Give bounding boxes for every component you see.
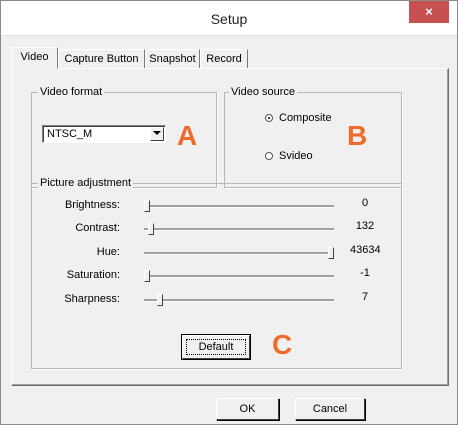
tab-label: Snapshot	[149, 53, 196, 65]
brightness-value: 0	[361, 197, 369, 209]
default-button[interactable]: Default	[181, 334, 251, 360]
hue-slider[interactable]	[144, 252, 334, 255]
video-format-value: NTSC_M	[47, 128, 93, 140]
focus-rect	[186, 339, 246, 355]
hue-value: 4363425	[350, 244, 380, 256]
saturation-slider-thumb[interactable]	[144, 270, 150, 282]
ok-button[interactable]: OK	[216, 398, 279, 420]
tab-label: Record	[206, 53, 242, 65]
annotation-marker-b: B	[347, 120, 368, 151]
video-format-group: Video format NTSC_M A	[31, 86, 217, 188]
sharpness-label: Sharpness:	[64, 293, 120, 305]
saturation-slider[interactable]	[144, 275, 334, 278]
contrast-slider[interactable]	[144, 228, 334, 231]
sharpness-slider-thumb[interactable]	[157, 294, 163, 306]
contrast-label: Contrast:	[75, 222, 120, 234]
picture-adjustment-group: Picture adjustment Brightness: 0 Contrast:…	[31, 177, 402, 369]
tab-record[interactable]: Record	[200, 49, 248, 68]
radio-unselected-icon	[265, 152, 273, 160]
tab-snapshot[interactable]: Snapshot	[145, 49, 200, 68]
video-tab-panel: Video format NTSC_M A Video source Compo…	[11, 68, 449, 386]
brightness-label: Brightness:	[64, 199, 120, 211]
video-format-select[interactable]: NTSC_M	[42, 125, 166, 143]
saturation-value: -1	[360, 267, 370, 279]
title-bar: Setup ×	[1, 1, 457, 36]
window-title: Setup	[210, 11, 248, 27]
tab-label: Capture Button	[64, 53, 139, 65]
cancel-button[interactable]: Cancel	[295, 398, 365, 420]
sharpness-value: 7	[361, 291, 369, 303]
svideo-label: Svideo	[279, 150, 313, 162]
annotation-marker-a: A	[177, 120, 198, 151]
picture-adjustment-legend: Picture adjustment	[38, 177, 134, 189]
dialog-client: Video Capture Button Snapshot Record Vid…	[2, 36, 456, 423]
cancel-button-label: Cancel	[312, 403, 348, 415]
video-format-legend: Video format	[38, 86, 105, 98]
radio-selected-icon	[265, 114, 273, 122]
setup-dialog: Setup × Video Capture Button Snapshot Re…	[0, 0, 458, 425]
contrast-slider-thumb[interactable]	[148, 223, 154, 235]
hue-slider-thumb[interactable]	[328, 247, 334, 259]
tab-capture-button[interactable]: Capture Button	[58, 49, 145, 68]
video-source-legend: Video source	[229, 86, 298, 98]
tab-video[interactable]: Video	[11, 47, 58, 69]
saturation-label: Saturation:	[66, 269, 120, 281]
chevron-down-icon[interactable]	[150, 127, 164, 141]
tab-label: Video	[20, 51, 49, 63]
brightness-slider[interactable]	[144, 205, 334, 208]
annotation-marker-c: C	[272, 329, 293, 360]
sharpness-slider[interactable]	[144, 299, 334, 302]
ok-button-label: OK	[239, 403, 256, 415]
video-source-group: Video source Composite Svideo B	[224, 86, 402, 188]
close-button[interactable]: ×	[409, 1, 449, 23]
brightness-slider-thumb[interactable]	[144, 200, 150, 212]
composite-label: Composite	[279, 112, 332, 124]
hue-label: Hue:	[96, 246, 120, 258]
contrast-value: 132	[355, 220, 375, 232]
close-icon: ×	[425, 4, 433, 19]
